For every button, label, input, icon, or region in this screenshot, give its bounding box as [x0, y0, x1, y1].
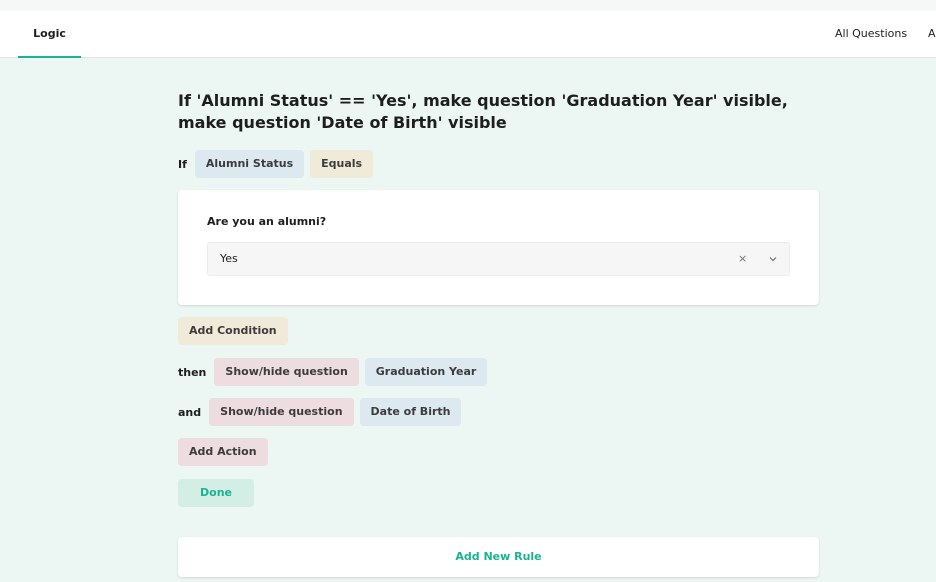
answer-dropdown[interactable]: Yes ×	[207, 242, 790, 276]
then-keyword: then	[178, 365, 207, 379]
add-condition-row: Add Condition	[178, 317, 288, 345]
action-target-pill[interactable]: Graduation Year	[364, 358, 488, 386]
question-title: Are you an alumni?	[207, 215, 327, 228]
action-type-pill[interactable]: Show/hide question	[214, 358, 359, 386]
all-questions-filter[interactable]: All Questions	[835, 11, 907, 57]
add-action-button[interactable]: Add Action	[178, 438, 268, 466]
if-keyword: If	[178, 157, 187, 171]
action-row-2: and Show/hide question Date of Birth	[178, 398, 462, 426]
selected-value: Yes	[220, 252, 238, 265]
condition-operator-pill[interactable]: Equals	[310, 150, 374, 178]
tab-logic[interactable]: Logic	[18, 11, 81, 58]
add-action-row: Add Action	[178, 438, 268, 466]
action-row-1: then Show/hide question Graduation Year	[178, 358, 488, 386]
tab-bar: Logic All Questions A	[0, 11, 936, 58]
add-new-rule-button[interactable]: Add New Rule	[178, 537, 819, 577]
condition-question-pill[interactable]: Alumni Status	[194, 150, 305, 178]
clear-icon[interactable]: ×	[738, 243, 747, 275]
done-row: Done	[178, 479, 254, 507]
chevron-down-icon[interactable]	[768, 254, 778, 264]
condition-row: If Alumni Status Equals	[178, 150, 374, 178]
done-button[interactable]: Done	[178, 479, 254, 507]
add-condition-button[interactable]: Add Condition	[178, 317, 288, 345]
truncated-filter[interactable]: A	[928, 11, 936, 57]
action-target-pill[interactable]: Date of Birth	[359, 398, 462, 426]
rule-title: If 'Alumni Status' == 'Yes', make questi…	[178, 91, 788, 132]
and-keyword: and	[178, 405, 202, 419]
action-type-pill[interactable]: Show/hide question	[209, 398, 354, 426]
condition-value-card: Are you an alumni? Yes ×	[178, 190, 819, 305]
